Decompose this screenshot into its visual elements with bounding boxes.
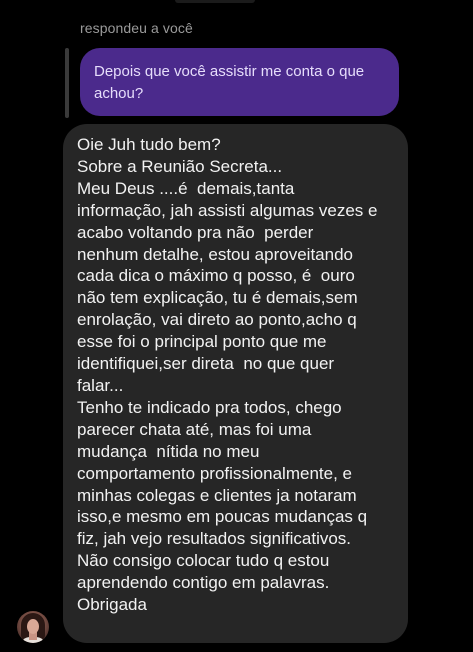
message-line: minhas colegas e clientes ja notaram <box>77 485 357 505</box>
message-line: Não consigo colocar tudo q estou <box>77 551 330 571</box>
message-line: Sobre a Reunião Secreta... <box>77 156 283 176</box>
quoted-message-line: achou? <box>94 85 144 102</box>
message-line: comportamento profissionalmente, e <box>77 463 352 483</box>
sender-avatar[interactable] <box>17 611 49 643</box>
reply-context-label: respondeu a você <box>80 20 193 36</box>
message-line: cada dica o máximo q posso, é ouro <box>77 266 355 286</box>
message-line: mudança nítida no meu <box>77 441 260 461</box>
message-line: fiz, jah vejo resultados significativos. <box>77 529 352 549</box>
avatar-face <box>27 619 39 634</box>
message-line: não tem explicação, tu é demais,sem <box>77 288 358 308</box>
message-line: Meu Deus ....é demais,tanta <box>77 178 295 198</box>
message-line: informação, jah assisti algumas vezes e <box>77 200 378 220</box>
top-edge-fade <box>175 0 255 3</box>
quoted-message-bubble[interactable]: Depois que você assistir me conta o que … <box>80 48 399 116</box>
reply-indicator-bar <box>65 48 69 118</box>
message-line: Obrigada <box>77 595 147 615</box>
message-line: aprendendo contigo em palavras. <box>77 573 330 593</box>
message-line: Oie Juh tudo bem? <box>77 135 221 154</box>
message-line: enrolação, vai direto ao ponto,acho q <box>77 310 357 330</box>
message-line: Tenho te indicado pra todos, chego <box>77 397 342 417</box>
message-line: identifiquei,ser direta no que quer <box>77 354 335 374</box>
message-line: parecer chata até, mas foi uma <box>77 419 312 439</box>
message-line: acabo voltando pra não perder <box>77 222 314 242</box>
message-line: isso,e mesmo em poucas mudanças q <box>77 507 368 527</box>
message-line: falar... <box>77 375 124 395</box>
message-line: nenhum detalhe, estou aproveitando <box>77 244 353 264</box>
quoted-message-line: Depois que você assistir me conta o que <box>94 63 365 80</box>
received-message-bubble[interactable]: Oie Juh tudo bem? Sobre a Reunião Secret… <box>63 124 408 643</box>
message-line: esse foi o principal ponto que me <box>77 332 327 352</box>
